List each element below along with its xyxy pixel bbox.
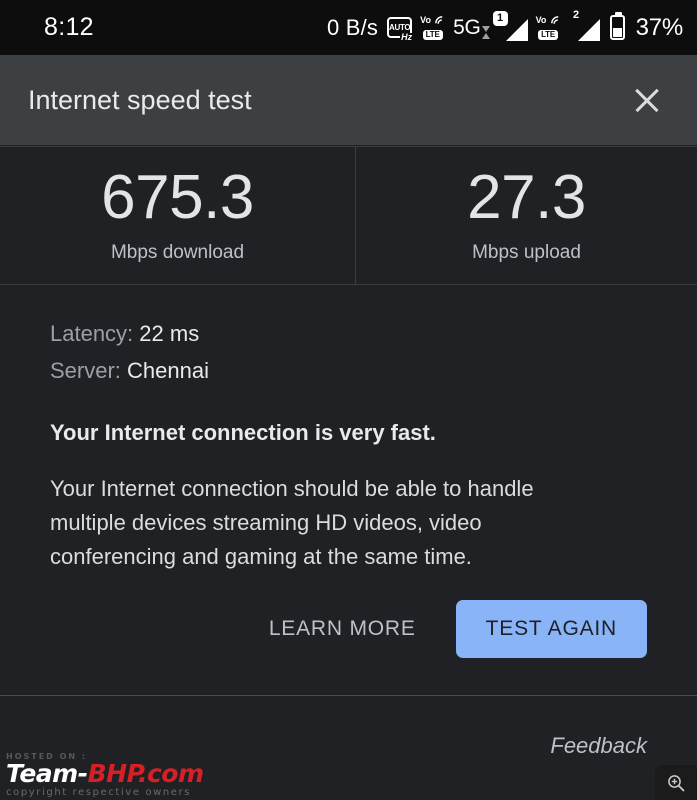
watermark-brand-bhp: BHP <box>87 759 139 788</box>
battery-percentage: 37% <box>635 13 684 41</box>
lte-label-2: LTE <box>538 29 559 40</box>
signal-sim2-icon: 2 <box>569 9 600 41</box>
network-type-label: 5G <box>453 15 481 39</box>
feedback-link[interactable]: Feedback <box>550 733 647 759</box>
download-speed-label: Mbps download <box>110 242 245 263</box>
signal-wave-icon <box>435 15 443 24</box>
volte-sim1-icon: Vo LTE <box>419 14 446 40</box>
hz-label: Hz <box>400 32 414 42</box>
signal-sim1-icon: 1 <box>492 10 528 41</box>
status-icons: 0 B/s AUTO Hz Vo LTE 5G 1 Vo LTE 2 37% <box>327 9 684 42</box>
result-headline: Your Internet connection is very fast. <box>50 420 436 445</box>
network-speed-indicator: 0 B/s <box>327 14 379 40</box>
watermark-copyright: copyright respective owners <box>6 787 192 798</box>
latency-row: Latency: 22 ms <box>50 321 647 347</box>
status-bar: 8:12 0 B/s AUTO Hz Vo LTE 5G 1 Vo LTE 2 … <box>0 0 697 55</box>
server-row: Server: Chennai <box>50 358 647 384</box>
magnifier-plus-glyph <box>668 774 685 792</box>
download-speed-value: 675.3 <box>101 163 254 232</box>
volte-sim2-icon: Vo LTE <box>535 14 562 40</box>
lte-label: LTE <box>422 29 443 40</box>
signal-wave-icon-2 <box>550 15 558 24</box>
watermark-brand-team: Team- <box>6 759 88 788</box>
server-value: Chennai <box>127 358 209 383</box>
auto-refresh-rate-icon: AUTO Hz <box>387 17 414 42</box>
learn-more-button[interactable]: LEARN MORE <box>265 605 420 653</box>
result-content: Latency: 22 ms Server: Chennai Your Inte… <box>0 285 697 574</box>
test-again-button[interactable]: TEST AGAIN <box>455 600 647 658</box>
result-description: Your Internet connection should be able … <box>50 476 534 570</box>
speed-results-panel: 675.3 Mbps download 27.3 Mbps upload <box>0 146 697 285</box>
upload-speed-label: Mbps upload <box>472 242 581 263</box>
battery-icon <box>609 12 625 40</box>
watermark-brand-com: .com <box>137 759 204 788</box>
sim2-badge: 2 <box>573 8 580 21</box>
server-label: Server: <box>50 358 121 383</box>
latency-value: 22 ms <box>139 321 200 346</box>
page-title: Internet speed test <box>28 84 252 115</box>
auto-label: AUTO <box>388 22 411 32</box>
upload-speed-value: 27.3 <box>467 163 586 232</box>
upload-speed-cell: 27.3 Mbps upload <box>356 147 697 284</box>
vo-label-2: Vo <box>535 14 547 25</box>
app-header: Internet speed test <box>0 55 697 145</box>
zoom-in-icon[interactable] <box>655 765 697 800</box>
watermark: HOSTED ON : Team-BHP.com copyright respe… <box>6 752 206 798</box>
network-type-5g-icon: 5G <box>453 15 490 40</box>
watermark-brand: Team-BHP.com <box>6 761 206 786</box>
close-icon[interactable] <box>625 78 669 122</box>
phone-screenshot: 8:12 0 B/s AUTO Hz Vo LTE 5G 1 Vo LTE 2 … <box>0 0 697 800</box>
latency-label: Latency: <box>50 321 134 346</box>
sim1-badge: 1 <box>492 10 508 26</box>
signal-bars-sim1 <box>505 18 528 41</box>
status-clock: 8:12 <box>44 13 94 41</box>
vo-label: Vo <box>420 14 431 25</box>
footer-divider <box>0 695 697 696</box>
battery-fill <box>612 27 622 37</box>
action-bar: LEARN MORE TEST AGAIN <box>0 600 697 658</box>
download-speed-cell: 675.3 Mbps download <box>0 147 356 284</box>
data-transfer-arrows-icon <box>481 25 490 39</box>
